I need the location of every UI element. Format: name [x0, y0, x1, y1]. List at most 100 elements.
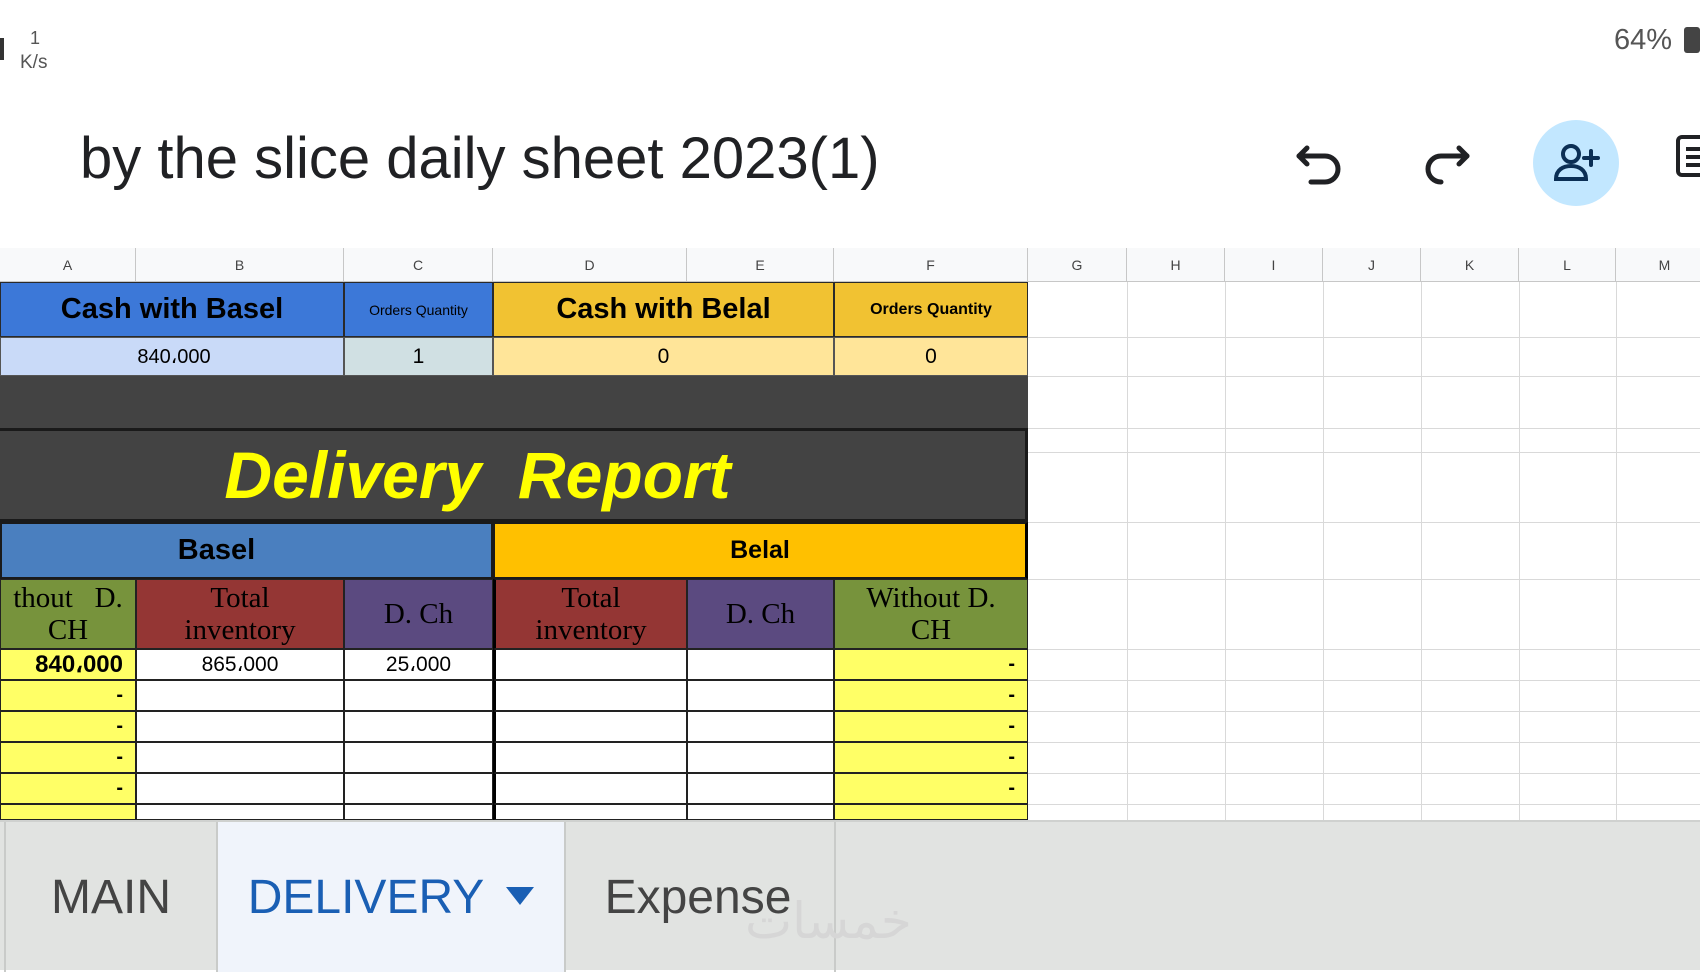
grid-line	[1127, 282, 1128, 820]
cash-with-basel-label[interactable]: Cash with Basel	[0, 282, 344, 337]
grid-line	[1519, 282, 1520, 820]
comment-icon[interactable]	[1676, 133, 1700, 179]
header-line: CH	[47, 614, 89, 646]
column-header-i[interactable]: I	[1225, 248, 1323, 282]
basel-section-header[interactable]: Basel	[0, 522, 493, 579]
row6-total-inventory-basel[interactable]	[136, 804, 344, 820]
sheet-tab-bar: MAIN DELIVERY Expense خمسات	[0, 820, 1700, 972]
row3-total-inventory-basel[interactable]	[136, 711, 344, 742]
belal-orders-value[interactable]: 0	[834, 337, 1028, 376]
cash-with-belal-label[interactable]: Cash with Belal	[493, 282, 834, 337]
tab-main-label: MAIN	[51, 870, 171, 924]
column-header-m[interactable]: M	[1616, 248, 1700, 282]
total-inventory-header-belal[interactable]: Total inventory	[493, 579, 687, 649]
column-header-a[interactable]: A	[0, 248, 136, 282]
row1-without-dch-belal[interactable]: -	[834, 649, 1028, 680]
basel-orders-value[interactable]: 1	[344, 337, 493, 376]
dch-header-basel[interactable]: D. Ch	[344, 579, 493, 649]
row4-total-inventory-basel[interactable]	[136, 742, 344, 773]
column-header-h[interactable]: H	[1127, 248, 1225, 282]
belal-cash-value[interactable]: 0	[493, 337, 834, 376]
row3-dch-basel[interactable]	[344, 711, 493, 742]
tab-delivery-label: DELIVERY	[247, 870, 485, 924]
row4-without-dch-basel[interactable]: -	[0, 742, 136, 773]
grid-line	[1225, 282, 1226, 820]
caret-down-icon[interactable]	[506, 887, 535, 907]
row5-without-dch-belal[interactable]: -	[834, 773, 1028, 804]
grid-line	[1028, 452, 1700, 453]
row1-dch-basel[interactable]: 25،000	[344, 649, 493, 680]
row3-total-inventory-belal[interactable]	[493, 711, 687, 742]
column-header-g[interactable]: G	[1028, 248, 1127, 282]
undo-icon[interactable]	[1285, 130, 1353, 198]
speed-unit: K/s	[20, 52, 48, 73]
column-header-c[interactable]: C	[344, 248, 493, 282]
without-dch-header-basel[interactable]: thout D. CH	[0, 579, 136, 649]
row6-without-dch-basel[interactable]	[0, 804, 136, 820]
total-inventory-header-basel[interactable]: Total inventory	[136, 579, 344, 649]
column-header-k[interactable]: K	[1421, 248, 1519, 282]
row6-total-inventory-belal[interactable]	[493, 804, 687, 820]
tab-main[interactable]: MAIN	[6, 822, 216, 972]
row5-total-inventory-basel[interactable]	[136, 773, 344, 804]
row2-dch-basel[interactable]	[344, 680, 493, 711]
row2-without-dch-basel[interactable]: -	[0, 680, 136, 711]
header-line: CH	[910, 614, 952, 646]
row2-total-inventory-belal[interactable]	[493, 680, 687, 711]
redo-icon[interactable]	[1413, 130, 1481, 198]
tab-delivery[interactable]: DELIVERY	[216, 822, 566, 972]
header-line: Total	[561, 582, 621, 614]
row1-dch-belal[interactable]	[687, 649, 834, 680]
row6-dch-belal[interactable]	[687, 804, 834, 820]
row1-total-inventory-belal[interactable]	[493, 649, 687, 680]
battery-icon	[1684, 27, 1700, 53]
orders-quantity-label-belal[interactable]: Orders Quantity	[834, 282, 1028, 337]
header-line: Total	[210, 582, 270, 614]
row6-without-dch-belal[interactable]	[834, 804, 1028, 820]
document-title[interactable]: by the slice daily sheet 2023(1)	[80, 125, 880, 192]
row4-total-inventory-belal[interactable]	[493, 742, 687, 773]
header-line: inventory	[535, 614, 647, 646]
orders-quantity-label-basel[interactable]: Orders Quantity	[344, 282, 493, 337]
row1-without-dch-basel[interactable]: 840،000	[0, 649, 136, 680]
share-button[interactable]	[1533, 120, 1619, 206]
network-speed-indicator: 1 K/s	[0, 14, 70, 73]
row4-without-dch-belal[interactable]: -	[834, 742, 1028, 773]
signal-bar-icon	[0, 38, 4, 60]
column-header-d[interactable]: D	[493, 248, 687, 282]
row2-dch-belal[interactable]	[687, 680, 834, 711]
row4-dch-belal[interactable]	[687, 742, 834, 773]
battery-percent: 64%	[1613, 24, 1672, 56]
column-header-j[interactable]: J	[1323, 248, 1421, 282]
row3-dch-belal[interactable]	[687, 711, 834, 742]
report-title-cell[interactable]: Delivery Report	[0, 428, 1028, 522]
row6-dch-basel[interactable]	[344, 804, 493, 820]
watermark: خمسات	[745, 892, 912, 950]
row1-total-inventory-basel[interactable]: 865،000	[136, 649, 344, 680]
grid-line	[1028, 773, 1700, 774]
row2-without-dch-belal[interactable]: -	[834, 680, 1028, 711]
row4-dch-basel[interactable]	[344, 742, 493, 773]
belal-section-header[interactable]: Belal	[493, 522, 1028, 579]
add-person-icon	[1553, 144, 1600, 181]
basel-cash-value[interactable]: 840،000	[0, 337, 344, 376]
row5-dch-belal[interactable]	[687, 773, 834, 804]
column-header-e[interactable]: E	[687, 248, 834, 282]
without-dch-header-belal[interactable]: Without D. CH	[834, 579, 1028, 649]
row3-without-dch-basel[interactable]: -	[0, 711, 136, 742]
dch-header-belal[interactable]: D. Ch	[687, 579, 834, 649]
row3-without-dch-belal[interactable]: -	[834, 711, 1028, 742]
separator-band[interactable]	[0, 376, 1028, 428]
column-header-l[interactable]: L	[1519, 248, 1616, 282]
header-line: thout D.	[13, 582, 123, 614]
row5-dch-basel[interactable]	[344, 773, 493, 804]
grid-line	[1616, 282, 1617, 820]
grid-line	[1028, 711, 1700, 712]
row5-without-dch-basel[interactable]: -	[0, 773, 136, 804]
row5-total-inventory-belal[interactable]	[493, 773, 687, 804]
column-header-b[interactable]: B	[136, 248, 344, 282]
column-header-f[interactable]: F	[834, 248, 1028, 282]
row2-total-inventory-basel[interactable]	[136, 680, 344, 711]
grid-line	[1028, 428, 1700, 429]
spreadsheet-grid[interactable]: A B C D E F G H I J K L M Cash with Base…	[0, 248, 1700, 820]
